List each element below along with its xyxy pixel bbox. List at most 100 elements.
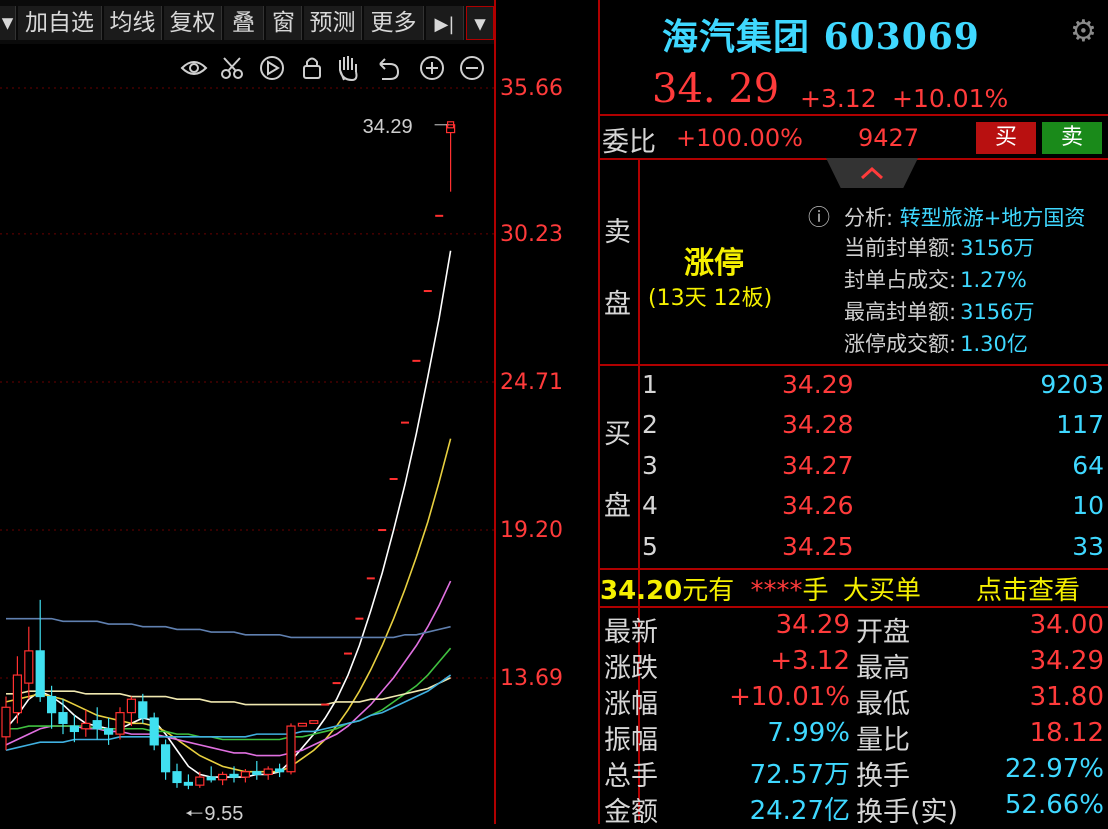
bid-price: 34.25 (782, 531, 854, 561)
y-tick: 13.69 (500, 666, 563, 691)
ma-line-cream (6, 677, 451, 706)
stat-value: 18.12 (1029, 718, 1104, 748)
sell-side-label: 卖 (604, 217, 631, 248)
bid-volume: 9203 (1040, 370, 1104, 399)
stat-value: 24.27亿 (749, 796, 850, 826)
seal-info-list: 当前封单额: 3156万 封单占成交: 1.27% 最高封单额: 3156万 涨停成交额: 1… (844, 232, 1108, 360)
ma-line-yellow (5, 438, 452, 773)
stats-row: 金额 24.27亿 换手(实) 52.66% (600, 788, 1108, 828)
last-price: 34. 29 (652, 66, 780, 112)
seal-info-value: 1.30亿 (960, 332, 1028, 356)
candle-body (240, 771, 250, 778)
limit-up-status: 涨停 (684, 246, 744, 281)
big-order-bar[interactable]: 34.20元有 ****手 大买单 点击查看 (600, 570, 1108, 606)
collapse-tab[interactable] (826, 158, 918, 188)
bid-price: 34.27 (782, 450, 854, 480)
bid-row[interactable]: 5 34.25 33 (640, 528, 1108, 568)
candle-body (183, 781, 193, 786)
kline-chart-area[interactable]: 34.29 9.55 (0, 44, 496, 825)
candle-body (12, 674, 22, 714)
seal-info-row: 最高封单额: 3156万 (844, 296, 1108, 328)
candle-body (161, 744, 171, 773)
stats-row: 总手 72.57万 换手 22.97% (600, 752, 1108, 792)
stat-value: 22.97% (1004, 754, 1104, 784)
weibi-label: 委比 (602, 127, 656, 158)
seal-info-value: 1.27% (960, 268, 1027, 292)
y-tick: 24.71 (500, 370, 563, 395)
toolbar-play-button[interactable]: ▶| (426, 6, 464, 40)
bid-row[interactable]: 1 34.29 9203 (640, 366, 1108, 406)
big-order-price: 34.20 (600, 576, 683, 606)
low-price-arrow (186, 810, 192, 817)
seal-info-row: 涨停成交额: 1.30亿 (844, 328, 1108, 360)
stat-value: +10.01% (729, 682, 850, 712)
bid-volume: 33 (1072, 531, 1104, 561)
toolbar-adjust-button[interactable]: 复权 (164, 6, 222, 40)
big-order-text-2: 手 (802, 576, 829, 606)
bid-volume: 10 (1072, 491, 1104, 521)
y-tick: 19.20 (500, 518, 563, 543)
candle-body (69, 725, 80, 733)
ma-line-steelblue (6, 617, 451, 639)
candle-body (35, 650, 45, 698)
gear-icon[interactable]: ⚙ (1070, 14, 1097, 49)
price-change-pct: +10.01% (892, 84, 1009, 113)
stat-value: 31.80 (1029, 682, 1104, 712)
candle-body (126, 698, 137, 714)
bid-row[interactable]: 4 34.26 10 (640, 487, 1108, 527)
candle-body (1, 706, 11, 738)
price-axis: 35.66 30.23 24.71 19.20 13.69 (496, 44, 596, 824)
stat-value: 7.99% (767, 718, 850, 748)
stats-row: 振幅 7.99% 量比 18.12 (600, 716, 1108, 756)
bid-level: 2 (642, 410, 658, 440)
stat-value: 34.29 (775, 610, 850, 640)
buy-button[interactable]: 买 (976, 122, 1036, 154)
toolbar-left-dropdown[interactable]: ▾ (0, 6, 16, 40)
toolbar-more-button[interactable]: 更多 (364, 6, 424, 40)
divider (600, 114, 1108, 116)
candle-body (286, 725, 296, 773)
candle-body (229, 773, 239, 778)
analysis-row[interactable]: 分析: 转型旅游+地方国资 (844, 202, 1108, 232)
chart-toolbar: ▾ 加自选 均线 复权 叠 窗 预测 更多 ▶| ▾ (0, 0, 496, 44)
big-order-text-1: 元有 (682, 576, 735, 606)
candle-body (195, 776, 205, 786)
candle-body (309, 720, 319, 724)
bid-level: 1 (642, 370, 658, 399)
view-link[interactable]: 点击查看 (976, 570, 1080, 607)
seal-info-key: 当前封单额: (844, 236, 957, 260)
toolbar-ma-button[interactable]: 均线 (104, 6, 162, 40)
seal-info-key: 最高封单额: (844, 300, 957, 324)
sell-button[interactable]: 卖 (1042, 122, 1102, 154)
candle-body (92, 720, 102, 730)
toolbar-collapse-dropdown[interactable]: ▾ (466, 6, 494, 40)
bid-row[interactable]: 3 34.27 64 (640, 447, 1108, 487)
stat-value: 72.57万 (749, 760, 850, 790)
y-tick: 35.66 (500, 76, 563, 101)
toolbar-overlay-button[interactable]: 叠 (224, 6, 264, 40)
toolbar-add-watchlist-button[interactable]: 加自选 (18, 6, 102, 40)
big-order-stars: **** (750, 576, 803, 606)
toolbar-forecast-button[interactable]: 预测 (304, 6, 362, 40)
info-icon[interactable]: ⓘ (808, 200, 830, 232)
candle-body (46, 695, 57, 714)
weibi-value: 9427 (858, 124, 920, 152)
candle-body (58, 712, 68, 724)
stats-row: 最新 34.29 开盘 34.00 (600, 608, 1108, 648)
price-change: +3.12 (800, 84, 877, 113)
candle-body (252, 771, 262, 776)
low-price-label: 9.55 (204, 803, 243, 824)
analysis-text: 转型旅游+地方国资 (899, 206, 1086, 230)
candle-body (206, 776, 216, 781)
stat-value: 52.66% (1004, 790, 1104, 820)
bid-price: 34.26 (782, 491, 854, 521)
stat-value: 34.29 (1029, 646, 1104, 676)
weibi-pct: +100.00% (676, 124, 803, 152)
stat-value: 34.00 (1029, 610, 1104, 640)
toolbar-window-button[interactable]: 窗 (266, 6, 302, 40)
stats-row: 涨幅 +10.01% 最低 31.80 (600, 680, 1108, 720)
chevron-down-icon: ▾ (1, 10, 14, 36)
bid-row[interactable]: 2 34.28 117 (640, 406, 1108, 446)
bid-volume: 64 (1072, 450, 1104, 480)
candle-body (263, 768, 273, 776)
